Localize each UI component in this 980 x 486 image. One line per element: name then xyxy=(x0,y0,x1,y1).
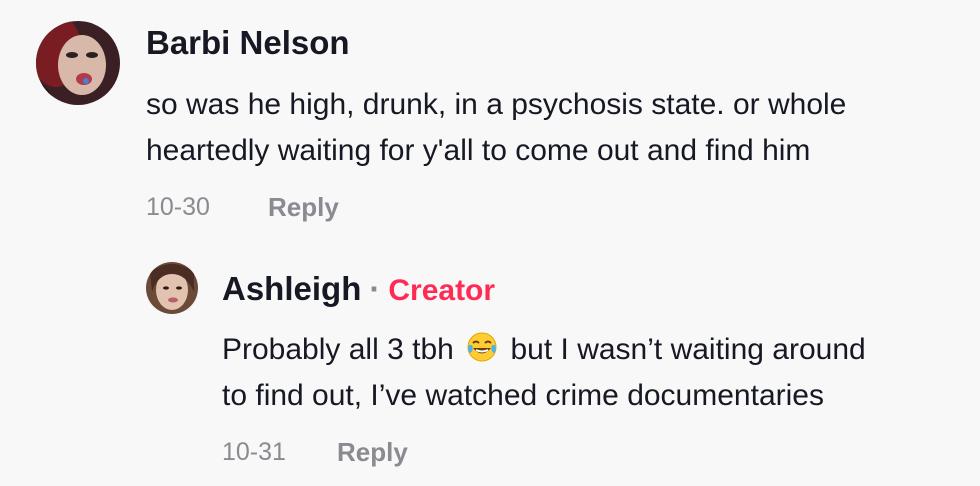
comment-text-line-1: so was he high, drunk, in a psychosis st… xyxy=(146,88,847,121)
separator-dot: · xyxy=(369,270,381,307)
username[interactable]: Barbi Nelson xyxy=(146,24,350,62)
comment-text-line-2: heartedly waiting for y'all to come out … xyxy=(146,134,811,167)
user-avatar-image xyxy=(36,21,120,105)
comment-barbi-nelson: Barbi Nelson so was he high, drunk, in a… xyxy=(0,0,980,240)
face-with-tears-of-joy-icon xyxy=(467,332,497,362)
comment-date: 10-30 xyxy=(146,193,210,221)
reply-header: Ashleigh · Creator xyxy=(222,270,495,308)
creator-avatar-image xyxy=(146,262,198,314)
reply-text-line-1: Probably all 3 tbh but I wasn’t waiting … xyxy=(222,326,866,374)
reply-text-line-2: to find out, I’ve watched crime document… xyxy=(222,379,824,412)
avatar[interactable] xyxy=(146,262,198,314)
reply-ashleigh: Ashleigh · Creator Probably all 3 tbh but … xyxy=(0,240,980,486)
creator-badge: Creator xyxy=(388,274,496,307)
reply-text-before-emoji: Probably all 3 tbh xyxy=(222,333,454,366)
username[interactable]: Ashleigh xyxy=(222,270,361,307)
reply-button[interactable]: Reply xyxy=(337,437,408,468)
reply-text-after-emoji: but I wasn’t waiting around xyxy=(510,333,866,366)
avatar[interactable] xyxy=(36,21,120,105)
reply-date: 10-31 xyxy=(222,438,286,466)
reply-button[interactable]: Reply xyxy=(268,192,339,223)
